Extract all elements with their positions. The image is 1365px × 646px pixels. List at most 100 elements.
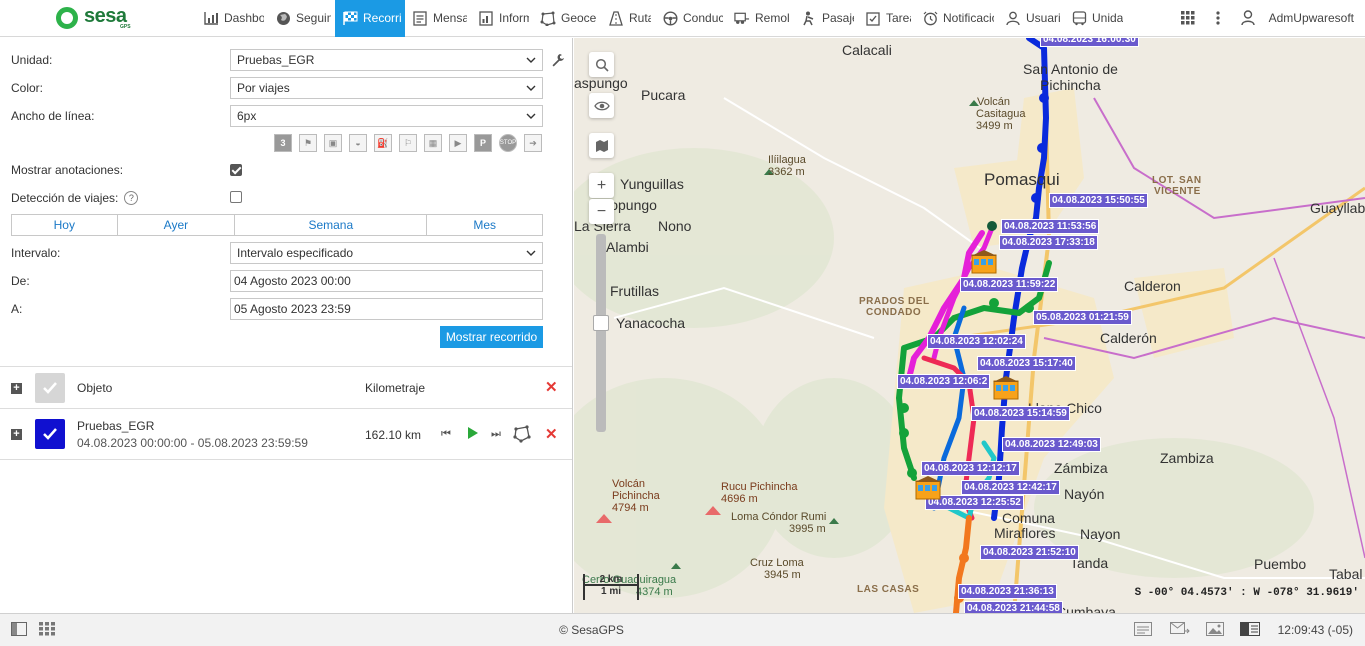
nav-item-usuarios[interactable]: Usuarios [998,0,1064,37]
nav-item-label: Seguimiento [296,11,331,25]
place-label: Pomasqui [984,170,1060,189]
nav-item-seguimiento[interactable]: Seguimiento [268,0,335,37]
zoom-slider[interactable] [596,234,606,432]
expand-all-icon[interactable]: + [11,383,22,394]
place-label: Yanacocha [616,315,686,331]
map-search-icon[interactable] [589,52,614,77]
select-all-checkbox[interactable] [35,373,65,403]
line-width-select[interactable]: 6px [230,105,543,127]
nav-item-mensajes[interactable]: Mensajes [405,0,471,37]
annotation-3-icon[interactable]: 3 [274,134,292,152]
more-vertical-icon[interactable] [1203,0,1233,37]
annotation-flag-icon[interactable]: ⚐ [399,134,417,152]
map-layers-icon[interactable] [589,133,614,158]
track-row[interactable]: + Pruebas_EGR 04.08.2023 00:00:00 - 05.0… [0,409,572,460]
station-marker-icon[interactable] [992,375,1020,401]
nav-item-conductores[interactable]: Conductores [655,0,727,37]
track-time-label[interactable]: 04.08.2023 11:59:22 [960,277,1059,292]
nav-item-label: Pasajeros [822,11,854,25]
anotaciones-checkbox[interactable] [230,164,242,176]
play-icon[interactable] [467,426,479,443]
annotation-image-icon[interactable]: ▦ [424,134,442,152]
track-time-label[interactable]: 04.08.2023 15:50:55 [1049,193,1148,208]
annotation-p-icon[interactable]: P [474,134,492,152]
nav-item-tareas[interactable]: Tareas [858,0,915,37]
track-time-label[interactable]: 04.08.2023 17:33:18 [999,235,1098,250]
grid-menu-icon[interactable] [1173,0,1203,37]
track-visible-checkbox[interactable] [35,419,65,449]
image-gallery-icon[interactable] [1206,622,1224,638]
track-time-label[interactable]: 04.08.2023 21:44:58 [964,601,1063,613]
show-track-button[interactable]: Mostrar recorrido [440,326,543,348]
geofence-track-icon[interactable] [513,425,531,446]
zoom-slider-handle[interactable] [593,315,609,331]
nav-item-unidades[interactable]: Unidades [1064,0,1127,37]
notifications-mail-icon[interactable] [1170,622,1190,638]
track-time-label[interactable]: 04.08.2023 15:17:40 [977,356,1076,371]
station-marker-icon[interactable] [970,249,998,275]
track-time-label[interactable]: 04.08.2023 11:53:56 [1001,219,1100,234]
tab-ayer[interactable]: Ayer [118,215,236,235]
wrench-icon[interactable] [551,53,565,67]
username-label[interactable]: AdmUpwaresoft [1263,11,1365,25]
annotation-stop-icon[interactable]: STOP [499,134,517,152]
track-time-label[interactable]: 05.08.2023 01:21:59 [1033,310,1132,325]
track-time-label[interactable]: 04.08.2023 12:06:2 [897,374,991,389]
map-view[interactable]: Calacali aspungo Pucara San Antonio de P… [574,38,1365,613]
track-time-label[interactable]: 04.08.2023 12:02:24 [927,334,1026,349]
annotation-arrow-icon[interactable]: ➔ [524,134,542,152]
tab-semana[interactable]: Semana [235,215,428,235]
to-date-input[interactable] [230,298,543,320]
messages-icon[interactable] [1134,622,1152,638]
from-date-input[interactable] [230,270,543,292]
intervalo-select[interactable]: Intervalo especificado [230,242,543,264]
zoom-in-button[interactable]: + [589,173,614,198]
delete-track-icon[interactable]: ✕ [545,425,558,443]
nav-item-remolques[interactable]: Remolques [727,0,794,37]
rewind-icon[interactable]: ⏮ [441,428,451,441]
place-label: Zambiza [1160,450,1214,466]
help-icon[interactable]: ? [124,191,139,205]
unidad-select[interactable]: Pruebas_EGR [230,49,543,71]
track-time-label[interactable]: 04.08.2023 12:42:17 [961,480,1060,495]
annotation-fuel-icon[interactable]: ⛽ [374,134,392,152]
user-account-icon[interactable] [1233,0,1263,37]
nav-item-pasajeros[interactable]: Pasajeros [794,0,858,37]
passenger-icon [801,10,817,26]
sesa-logo[interactable]: sesa GPS [0,0,196,37]
map-visibility-icon[interactable] [589,93,614,118]
tab-mes[interactable]: Mes [427,215,542,235]
track-time-label[interactable]: 04.08.2023 15:14:59 [971,406,1070,421]
track-time-label[interactable]: 04.08.2023 21:36:13 [958,584,1057,599]
nav-item-rutas[interactable]: Rutas [601,0,655,37]
nav-item-dashboard[interactable]: Dashboard [196,0,268,37]
nav-item-geocercas[interactable]: Geocercas [533,0,601,37]
track-time-label[interactable]: 04.08.2023 12:49:03 [1002,437,1101,452]
nav-item-label: Dashboard [224,11,264,25]
nav-item-notificaciones[interactable]: Notificaciones [915,0,998,37]
nav-item-informes[interactable]: Informes [471,0,533,37]
track-time-label[interactable]: 04.08.2023 16:00:30 [1040,38,1139,47]
annotation-flags-icon[interactable]: ⚑ [299,134,317,152]
deteccion-checkbox[interactable] [230,191,242,203]
delete-all-icon[interactable]: ✕ [545,378,558,396]
color-select[interactable]: Por viajes [230,77,543,99]
user-icon [1005,10,1021,26]
station-marker-icon[interactable] [914,475,942,501]
annotation-gas-icon[interactable]: ◒ [349,134,367,152]
track-time-label[interactable]: 04.08.2023 21:52:10 [980,545,1079,560]
zoom-out-button[interactable]: − [589,199,614,224]
annotation-video-icon[interactable]: ▶ [449,134,467,152]
trailer-icon [734,10,750,26]
tab-hoy[interactable]: Hoy [12,215,118,235]
place-label: 3362 m [768,166,805,178]
expand-track-icon[interactable]: + [11,429,22,440]
dashboard-panel-icon[interactable] [1240,622,1260,638]
nav-item-recorridos[interactable]: Recorridos [335,0,405,37]
place-label: Tabal [1329,566,1363,582]
fast-forward-icon[interactable]: ⏭ [491,428,501,441]
logo-subtext: GPS [120,23,131,30]
track-time-label[interactable]: 04.08.2023 12:12:17 [921,461,1020,476]
annotation-bag-icon[interactable]: ▣ [324,134,342,152]
nav-item-label: Recorridos [363,11,401,25]
